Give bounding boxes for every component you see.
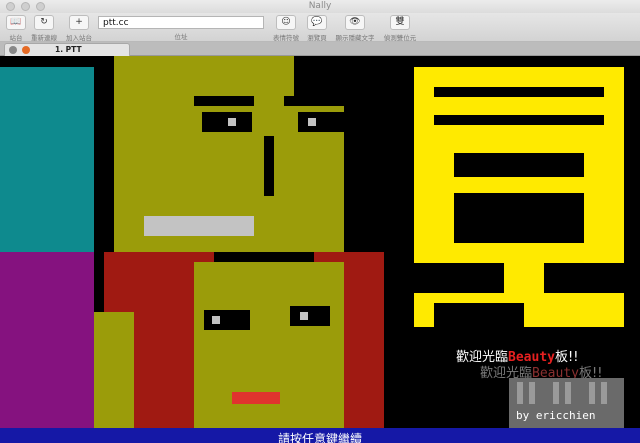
address-input[interactable]: ptt.cc — [98, 16, 264, 29]
signature-text: by ericchien — [516, 409, 596, 422]
tab-activity-icon — [22, 46, 30, 54]
reconnect-button[interactable]: ↻ 重新連線 — [29, 15, 59, 42]
double-byte-icon: 雙 — [390, 15, 410, 30]
signature-block — [509, 378, 624, 430]
eye-icon: 👁 — [345, 15, 365, 30]
terminal-screen[interactable]: 歡迎光臨Beauty板!! 歡迎光臨Beauty板!! by ericchien… — [0, 56, 640, 443]
sites-button[interactable]: 📖 站台 — [4, 15, 28, 42]
browse-button[interactable]: 💬 瀏覽頁 — [304, 15, 330, 42]
show-hidden-text-button[interactable]: 👁 顯示隱藏文字 — [332, 15, 378, 42]
window-titlebar: Nally — [0, 0, 640, 13]
window-title: Nally — [308, 1, 332, 11]
plus-icon: + — [69, 15, 89, 30]
press-any-key-prompt: 請按任意鍵繼續 — [277, 432, 362, 443]
refresh-icon: ↻ — [34, 15, 54, 30]
emoticon-label: 表情符號 — [273, 34, 299, 42]
pixel-art-face-top — [94, 56, 414, 252]
tab-ptt[interactable]: 1. PTT — [4, 43, 130, 56]
address-label: 位址 — [174, 33, 188, 41]
toolbar: 📖 站台 ↻ 重新連線 + 加入站台 ptt.cc 位址 ☺ 表情符號 💬 瀏覽… — [0, 13, 640, 42]
add-site-button[interactable]: + 加入站台 — [63, 15, 95, 42]
emoticon-button[interactable]: ☺ 表情符號 — [271, 15, 301, 42]
book-icon: 📖 — [6, 15, 26, 30]
purple-background — [0, 252, 94, 431]
tab-bar: 1. PTT — [0, 42, 640, 56]
browse-label: 瀏覽頁 — [307, 34, 327, 42]
tab-close-icon[interactable] — [9, 46, 17, 54]
beauty-banner-art — [414, 67, 624, 327]
sites-label: 站台 — [9, 34, 23, 42]
add-site-label: 加入站台 — [66, 34, 92, 42]
speech-bubble-icon: 💬 — [307, 15, 327, 30]
detect-double-byte-button[interactable]: 雙 偵測雙位元 — [380, 15, 420, 42]
reconnect-label: 重新連線 — [31, 34, 57, 42]
tab-label: 1. PTT — [55, 45, 82, 54]
status-bar: 請按任意鍵繼續 — [0, 428, 640, 443]
show-hidden-label: 顯示隱藏文字 — [335, 34, 375, 42]
pixel-art-face-bottom — [94, 252, 414, 431]
detect-label: 偵測雙位元 — [383, 34, 417, 42]
emoticon-icon: ☺ — [276, 15, 296, 30]
teal-background — [0, 67, 94, 254]
